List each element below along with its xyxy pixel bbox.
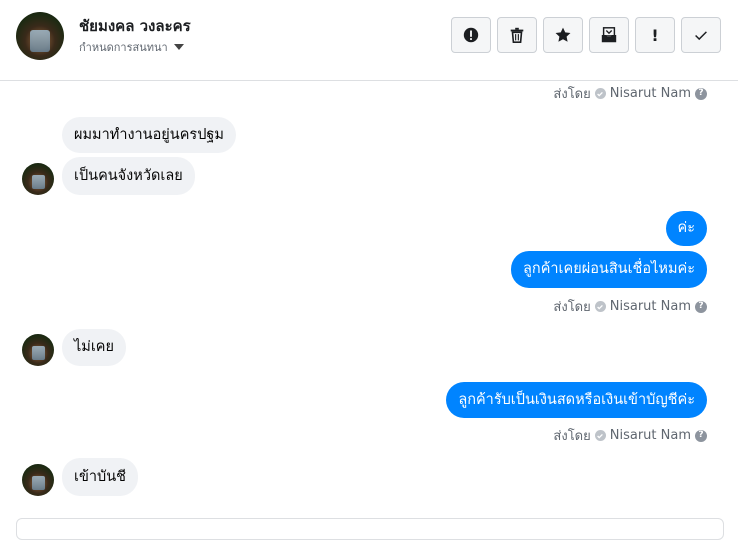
- sent-by-info: ส่งโดย Nisarut Nam ?: [553, 296, 707, 317]
- archive-icon: [601, 27, 617, 43]
- trash-icon: [510, 27, 524, 44]
- done-button[interactable]: [681, 17, 721, 53]
- sent-by-info: ส่งโดย Nisarut Nam ?: [553, 425, 707, 446]
- message-bubble-incoming[interactable]: ผมมาทำงานอยู่นครปฐม: [62, 117, 236, 153]
- conversation-status-dropdown[interactable]: กำหนดการสนทนา: [79, 38, 184, 56]
- star-button[interactable]: [543, 17, 583, 53]
- verified-check-icon: [594, 88, 606, 99]
- message-bubble-incoming[interactable]: เป็นคนจังหวัดเลย: [62, 157, 195, 195]
- sender-name[interactable]: Nisarut Nam: [610, 428, 691, 443]
- report-button[interactable]: [451, 17, 491, 53]
- message-bubble-outgoing[interactable]: ลูกค้ารับเป็นเงินสดหรือเงินเข้าบัญชีค่ะ: [446, 382, 707, 418]
- sent-by-label: ส่งโดย: [553, 300, 591, 315]
- conversation-header: ชัยมงคล วงละคร กำหนดการสนทนา !: [0, 0, 738, 81]
- message-bubble-incoming[interactable]: ไม่เคย: [62, 329, 127, 366]
- alert-circle-icon: [463, 27, 479, 43]
- sender-name[interactable]: Nisarut Nam: [610, 299, 691, 314]
- message-bubble-incoming[interactable]: เข้าบันชี: [62, 458, 138, 496]
- star-icon: [555, 27, 571, 42]
- message-bubble-outgoing[interactable]: ค่ะ: [665, 211, 707, 246]
- toolbar: !: [451, 17, 721, 53]
- message-bubble-outgoing[interactable]: ลูกค้าเคยผ่อนสินเชื่อไหมค่ะ: [511, 251, 707, 288]
- conversation-status-label: กำหนดการสนทนา: [79, 41, 168, 54]
- contact-avatar-small[interactable]: [22, 163, 54, 195]
- sent-by-info: ส่งโดย Nisarut Nam ?: [553, 83, 707, 104]
- sent-by-label: ส่งโดย: [553, 87, 591, 102]
- archive-button[interactable]: [589, 17, 629, 53]
- help-icon[interactable]: ?: [695, 87, 707, 100]
- help-icon[interactable]: ?: [695, 429, 707, 442]
- verified-check-icon: [594, 301, 606, 312]
- contact-name[interactable]: ชัยมงคล วงละคร: [79, 14, 191, 38]
- contact-avatar-small[interactable]: [22, 334, 54, 366]
- message-composer[interactable]: [16, 518, 724, 540]
- sent-by-label: ส่งโดย: [553, 429, 591, 444]
- verified-check-icon: [594, 430, 606, 441]
- caret-down-icon: [173, 44, 184, 50]
- contact-avatar[interactable]: [16, 12, 64, 60]
- check-icon: [695, 31, 707, 41]
- sender-name[interactable]: Nisarut Nam: [610, 86, 691, 101]
- delete-button[interactable]: [497, 17, 537, 53]
- help-icon[interactable]: ?: [695, 300, 707, 313]
- important-button[interactable]: !: [635, 17, 675, 53]
- exclamation-icon: !: [651, 25, 659, 45]
- contact-avatar-small[interactable]: [22, 464, 54, 496]
